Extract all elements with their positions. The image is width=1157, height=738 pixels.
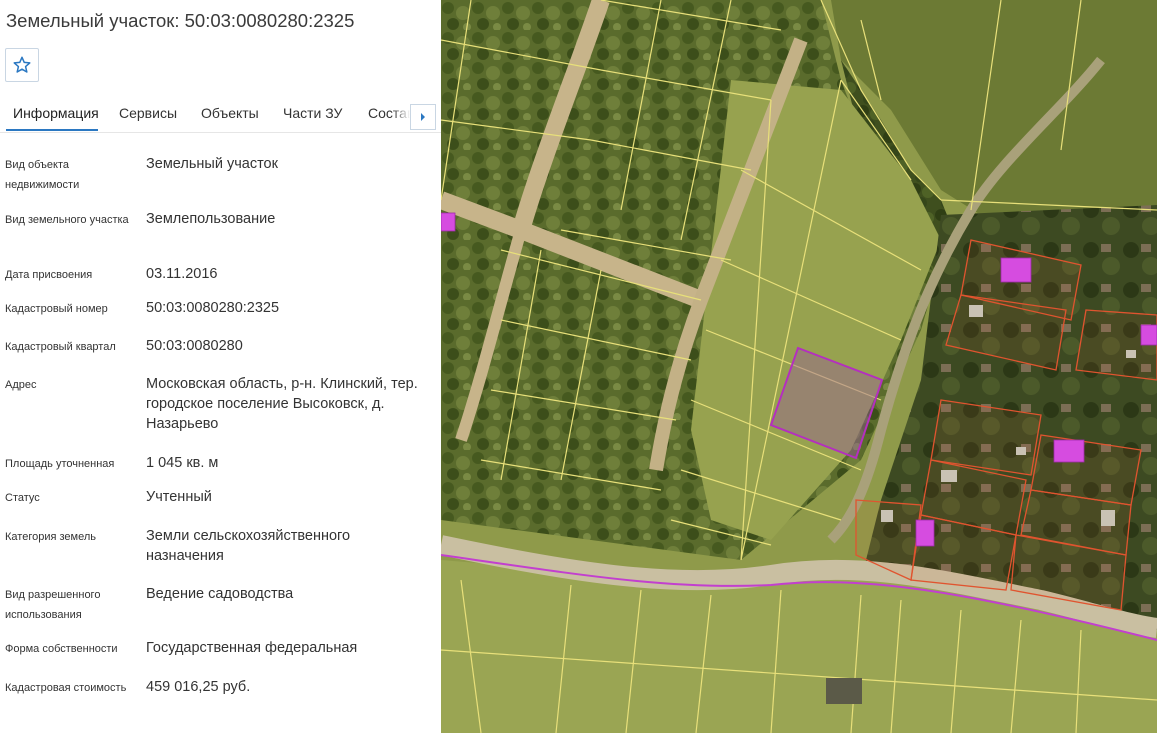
active-tab-indicator [6, 129, 98, 131]
field-value: 1 045 кв. м [146, 455, 219, 471]
tab-objects[interactable]: Объекты [201, 105, 259, 121]
tab-services[interactable]: Сервисы [119, 105, 177, 121]
field-label: Дата присвоения [5, 269, 93, 281]
field-label: Площадь уточненная [5, 458, 115, 470]
tab-bar: Информация Сервисы Объекты Части ЗУ Сост… [0, 96, 441, 133]
field-label: Кадастровая стоимость [5, 682, 127, 694]
field-value: Земли сельскохозяйственного назначения [146, 528, 351, 564]
tab-info[interactable]: Информация [13, 105, 99, 121]
field-label: Вид разрешенного использования [5, 589, 101, 621]
tab-parts[interactable]: Части ЗУ [283, 105, 342, 121]
field-value: Ведение садоводства [146, 586, 294, 602]
field-value: 50:03:0080280:2325 [146, 300, 280, 316]
field-label: Статус [5, 492, 40, 504]
field-value: Государственная федеральная [146, 640, 358, 656]
field-value: Московская область, р-н. Клинский, тер. … [146, 376, 418, 432]
info-panel: Земельный участок: 50:03:0080280:2325 Ин… [0, 0, 441, 733]
tab-scroll-right-button[interactable] [410, 104, 436, 130]
satellite-map[interactable] [437, 0, 1157, 734]
field-value: 459 016,25 руб. [146, 679, 251, 695]
favorite-button[interactable] [5, 48, 39, 82]
star-outline-icon [13, 56, 31, 73]
field-value: 50:03:0080280 [146, 338, 243, 354]
field-value: Земельный участок [146, 156, 278, 172]
field-label: Вид земельного участка [5, 214, 129, 226]
field-label: Форма собственности [5, 643, 118, 655]
page-title: Земельный участок: 50:03:0080280:2325 [6, 10, 355, 31]
field-value: 03.11.2016 [146, 266, 218, 282]
field-value: Землепользование [146, 211, 276, 227]
field-label: Кадастровый номер [5, 303, 108, 315]
field-value: Учтенный [146, 489, 212, 505]
field-label: Адрес [5, 379, 37, 391]
field-label: Кадастровый квартал [5, 341, 116, 353]
map-view[interactable] [437, 0, 1157, 734]
caret-right-icon [421, 113, 425, 121]
field-label: Категория земель [5, 531, 96, 543]
field-label: Вид объекта недвижимости [5, 159, 80, 191]
